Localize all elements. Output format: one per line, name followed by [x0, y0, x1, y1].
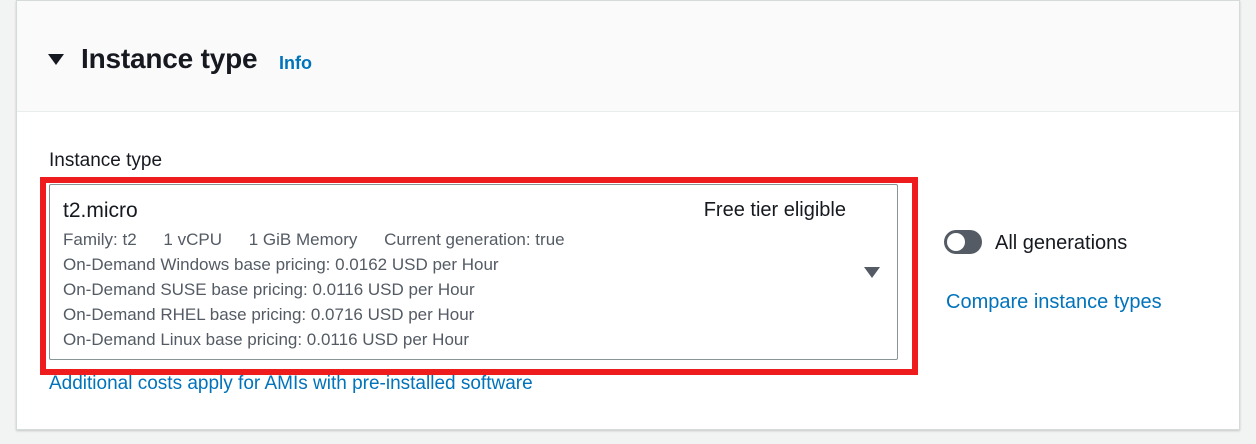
pricing-windows: On-Demand Windows base pricing: 0.0162 U…: [63, 255, 499, 274]
selected-instance-name: t2.micro: [63, 199, 138, 222]
instance-specs: Family: t2 1 vCPU 1 GiB Memory Current g…: [63, 230, 587, 250]
instance-type-select[interactable]: t2.micro Free tier eligible Family: t2 1…: [49, 184, 898, 360]
all-generations-toggle[interactable]: [944, 230, 982, 254]
instance-type-panel: Instance type Info Instance type t2.micr…: [16, 0, 1240, 430]
toggle-knob: [947, 233, 965, 251]
instance-memory: 1 GiB Memory: [248, 230, 358, 249]
info-link[interactable]: Info: [279, 53, 312, 74]
collapse-caret-icon[interactable]: [48, 54, 64, 65]
instance-family: Family: t2: [63, 230, 137, 249]
instance-current-generation: Current generation: true: [384, 230, 565, 249]
free-tier-tag: Free tier eligible: [703, 199, 846, 221]
compare-instance-types-link[interactable]: Compare instance types: [946, 291, 1162, 314]
additional-costs-link[interactable]: Additional costs apply for AMIs with pre…: [49, 373, 533, 395]
instance-vcpu: 1 vCPU: [163, 230, 222, 249]
pricing-suse: On-Demand SUSE base pricing: 0.0116 USD …: [63, 280, 475, 299]
dropdown-caret-icon[interactable]: [864, 267, 880, 278]
panel-title: Instance type: [81, 43, 258, 74]
all-generations-label: All generations: [995, 232, 1128, 254]
pricing-rhel: On-Demand RHEL base pricing: 0.0716 USD …: [63, 305, 475, 324]
instance-type-label: Instance type: [49, 150, 163, 171]
pricing-linux: On-Demand Linux base pricing: 0.0116 USD…: [63, 330, 470, 349]
panel-header[interactable]: Instance type Info: [17, 1, 1239, 112]
